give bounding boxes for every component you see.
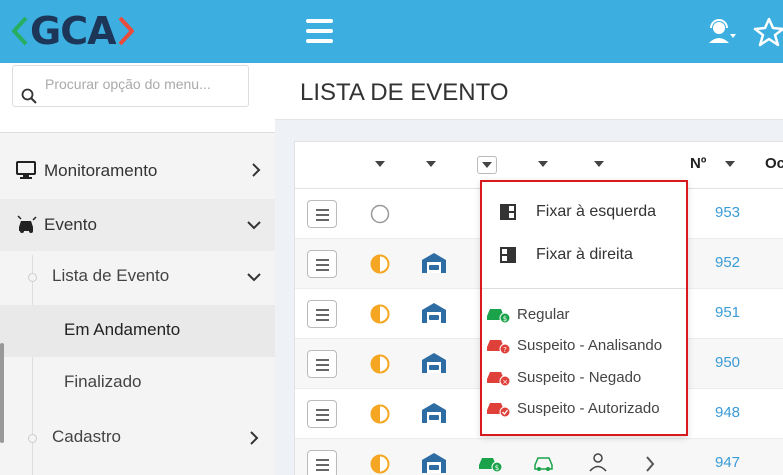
top-bar: GCA (0, 0, 783, 63)
filter-option-suspeito-negado[interactable]: × Suspeito - Negado (482, 363, 686, 393)
app-logo[interactable]: GCA (12, 8, 134, 54)
car-authorized-icon (487, 403, 511, 418)
column-menu-caret[interactable] (426, 161, 436, 167)
car-question-icon: ? (487, 340, 511, 355)
row-menu-button[interactable] (307, 200, 337, 228)
filter-option-suspeito-analisando[interactable]: ? Suspeito - Analisando (482, 331, 686, 361)
person-icon (589, 453, 607, 472)
garage-icon (422, 303, 446, 323)
svg-text:$: $ (495, 464, 499, 472)
sidebar-subitem-lista-de-evento[interactable]: Lista de Evento (0, 251, 275, 303)
status-empty-icon (370, 204, 390, 224)
subitem-label: Cadastro (52, 427, 121, 446)
garage-icon (422, 403, 446, 423)
garage-icon (422, 353, 446, 373)
row-menu-button[interactable] (307, 400, 337, 428)
pin-right-icon (500, 247, 516, 263)
status-half-icon (370, 454, 390, 474)
sidebar: Monitoramento Evento Lista de Evento Em … (0, 63, 275, 475)
dropdown-separator (482, 288, 686, 289)
status-half-icon (370, 304, 390, 324)
pin-left-option[interactable]: Fixar à esquerda (482, 192, 686, 232)
svg-text:$: $ (503, 315, 507, 323)
column-header-next[interactable]: Oc (765, 155, 783, 172)
status-half-icon (370, 254, 390, 274)
sidebar-item-label: Monitoramento (44, 161, 158, 180)
logo-bracket-left-icon (12, 16, 28, 46)
user-headset-icon[interactable] (706, 16, 738, 48)
sidebar-item-monitoramento[interactable]: Monitoramento (0, 145, 275, 197)
star-icon[interactable] (753, 16, 783, 48)
chevron-right-icon[interactable] (645, 456, 655, 472)
column-menu-caret[interactable] (375, 161, 385, 167)
chevron-down-icon (247, 221, 261, 230)
pin-left-icon (500, 204, 516, 220)
sidebar-subitem-em-andamento[interactable]: Em Andamento (0, 305, 275, 357)
search-box (12, 65, 249, 107)
row-menu-button[interactable] (307, 450, 337, 475)
row-number-link[interactable]: 950 (715, 354, 740, 371)
row-number-link[interactable]: 947 (715, 454, 740, 471)
row-menu-button[interactable] (307, 300, 337, 328)
car-denied-icon: × (487, 372, 511, 387)
status-half-icon (370, 354, 390, 374)
svg-text:?: ? (503, 346, 507, 354)
car-outline-icon (534, 457, 553, 471)
logo-bracket-right-icon (118, 16, 134, 46)
pin-left-label: Fixar à esquerda (536, 203, 657, 220)
svg-text:×: × (502, 378, 508, 386)
page-title: LISTA DE EVENTO (300, 79, 509, 106)
sidebar-item-label: Evento (44, 215, 97, 234)
chevron-right-icon (250, 431, 259, 445)
filter-option-regular[interactable]: $ Regular (482, 300, 686, 330)
filter-label: Regular (517, 306, 570, 323)
hamburger-icon[interactable] (306, 19, 333, 43)
chevron-right-icon (252, 163, 261, 177)
row-menu-button[interactable] (307, 250, 337, 278)
subitem-label: Lista de Evento (52, 266, 170, 285)
search-input[interactable] (45, 76, 245, 92)
pin-right-option[interactable]: Fixar à direita (482, 235, 686, 275)
car-regular-icon: $ (487, 309, 511, 324)
column-menu-caret[interactable] (538, 161, 548, 167)
page-title-bar: LISTA DE EVENTO (275, 63, 783, 120)
tree-node (28, 434, 37, 443)
row-number-link[interactable]: 948 (715, 404, 740, 421)
column-menu-dropdown: Fixar à esquerda Fixar à direita $ Regul… (480, 180, 688, 436)
filter-label: Suspeito - Autorizado (517, 400, 660, 417)
monitor-icon (16, 161, 36, 179)
search-icon (21, 88, 37, 104)
row-number-link[interactable]: 952 (715, 254, 740, 271)
garage-icon (422, 453, 446, 473)
car-regular-icon: $ (479, 458, 503, 473)
pin-right-label: Fixar à direita (536, 246, 633, 263)
row-menu-button[interactable] (307, 350, 337, 378)
tree-node (28, 273, 37, 282)
chevron-down-icon (247, 273, 261, 282)
row-number-link[interactable]: 951 (715, 304, 740, 321)
sidebar-search-area (0, 63, 275, 133)
sidebar-scrollbar[interactable] (0, 343, 4, 443)
subitem-label: Finalizado (64, 372, 142, 391)
subitem-label: Em Andamento (64, 320, 181, 339)
sidebar-item-evento[interactable]: Evento (0, 199, 275, 251)
sidebar-subitem-finalizado[interactable]: Finalizado (0, 357, 275, 409)
garage-icon (422, 253, 446, 273)
column-menu-caret[interactable] (725, 161, 735, 167)
row-number-link[interactable]: 953 (715, 204, 740, 221)
column-header-number[interactable]: Nº (690, 155, 706, 172)
column-menu-caret[interactable] (594, 161, 604, 167)
filter-label: Suspeito - Negado (517, 369, 642, 386)
sidebar-subitem-cadastro[interactable]: Cadastro (0, 412, 275, 464)
filter-option-suspeito-autorizado[interactable]: Suspeito - Autorizado (482, 394, 686, 424)
filter-label: Suspeito - Analisando (517, 337, 663, 354)
logo-text: GCA (30, 9, 116, 53)
car-alert-icon (17, 215, 37, 233)
column-menu-button-active[interactable] (477, 156, 497, 174)
table-row[interactable]: $ 947 (295, 439, 783, 475)
status-half-icon (370, 404, 390, 424)
